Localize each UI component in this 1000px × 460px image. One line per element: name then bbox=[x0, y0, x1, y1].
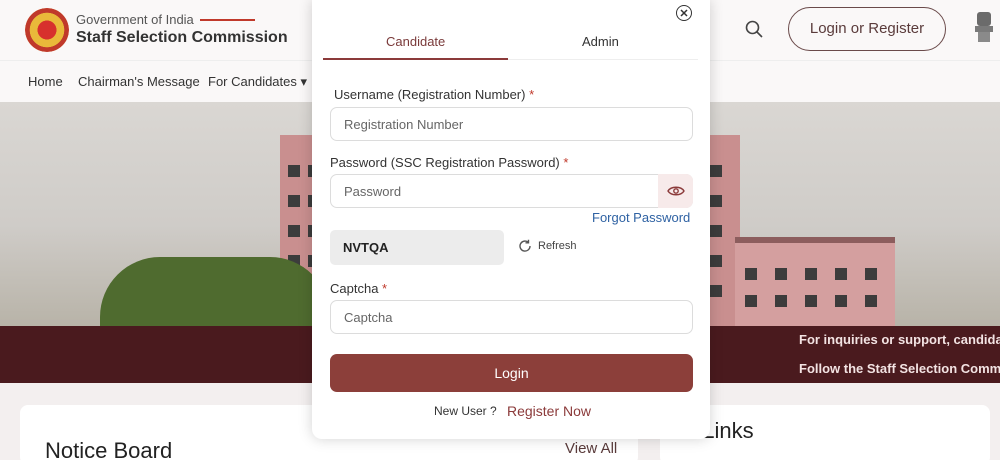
trees bbox=[100, 257, 330, 326]
username-input[interactable] bbox=[331, 108, 692, 140]
gov-of-india-text: Government of India bbox=[76, 12, 194, 27]
tab-admin[interactable]: Admin bbox=[582, 34, 619, 49]
captcha-field[interactable] bbox=[330, 300, 693, 334]
username-label: Username (Registration Number) * bbox=[334, 87, 535, 102]
ticker-line-1: For inquiries or support, candidat bbox=[799, 332, 1000, 347]
password-label: Password (SSC Registration Password) * bbox=[330, 155, 569, 170]
refresh-captcha-button[interactable]: Refresh bbox=[518, 239, 577, 253]
close-icon bbox=[680, 9, 688, 17]
building-annex bbox=[735, 237, 895, 326]
nav-item-for-candidates[interactable]: For Candidates ▾ bbox=[208, 74, 307, 90]
ticker-line-2: Follow the Staff Selection Comm bbox=[799, 361, 1000, 376]
password-input[interactable] bbox=[331, 175, 692, 207]
refresh-icon bbox=[519, 239, 531, 252]
emblem-icon bbox=[975, 12, 993, 42]
forgot-password-link[interactable]: Forgot Password bbox=[592, 210, 690, 225]
login-register-button[interactable]: Login or Register bbox=[788, 7, 946, 51]
close-button[interactable] bbox=[676, 5, 692, 21]
tab-candidate[interactable]: Candidate bbox=[386, 34, 445, 49]
org-name: Staff Selection Commission bbox=[76, 29, 288, 46]
captcha-input[interactable] bbox=[331, 301, 692, 333]
decorative-underline bbox=[200, 19, 255, 21]
view-all-link[interactable]: View All bbox=[565, 440, 617, 457]
login-button[interactable]: Login bbox=[330, 354, 693, 392]
nav-item-chairmans-message[interactable]: Chairman's Message bbox=[78, 74, 200, 89]
nav-item-home[interactable]: Home bbox=[28, 74, 63, 89]
eye-icon bbox=[666, 186, 685, 196]
active-tab-indicator bbox=[323, 58, 508, 60]
tab-divider bbox=[508, 59, 698, 60]
search-icon[interactable] bbox=[744, 19, 764, 39]
show-password-button[interactable] bbox=[658, 174, 693, 208]
new-user-text: New User ? bbox=[434, 404, 497, 418]
captcha-label: Captcha * bbox=[330, 281, 388, 296]
notice-board-title: Notice Board bbox=[45, 438, 173, 460]
username-field[interactable] bbox=[330, 107, 693, 141]
captcha-image: NVTQA bbox=[330, 230, 504, 265]
password-field[interactable] bbox=[330, 174, 693, 208]
login-modal: Candidate Admin Username (Registration N… bbox=[312, 0, 710, 439]
refresh-label: Refresh bbox=[538, 240, 577, 252]
register-now-link[interactable]: Register Now bbox=[507, 403, 591, 419]
ssc-logo-icon[interactable] bbox=[25, 8, 69, 52]
